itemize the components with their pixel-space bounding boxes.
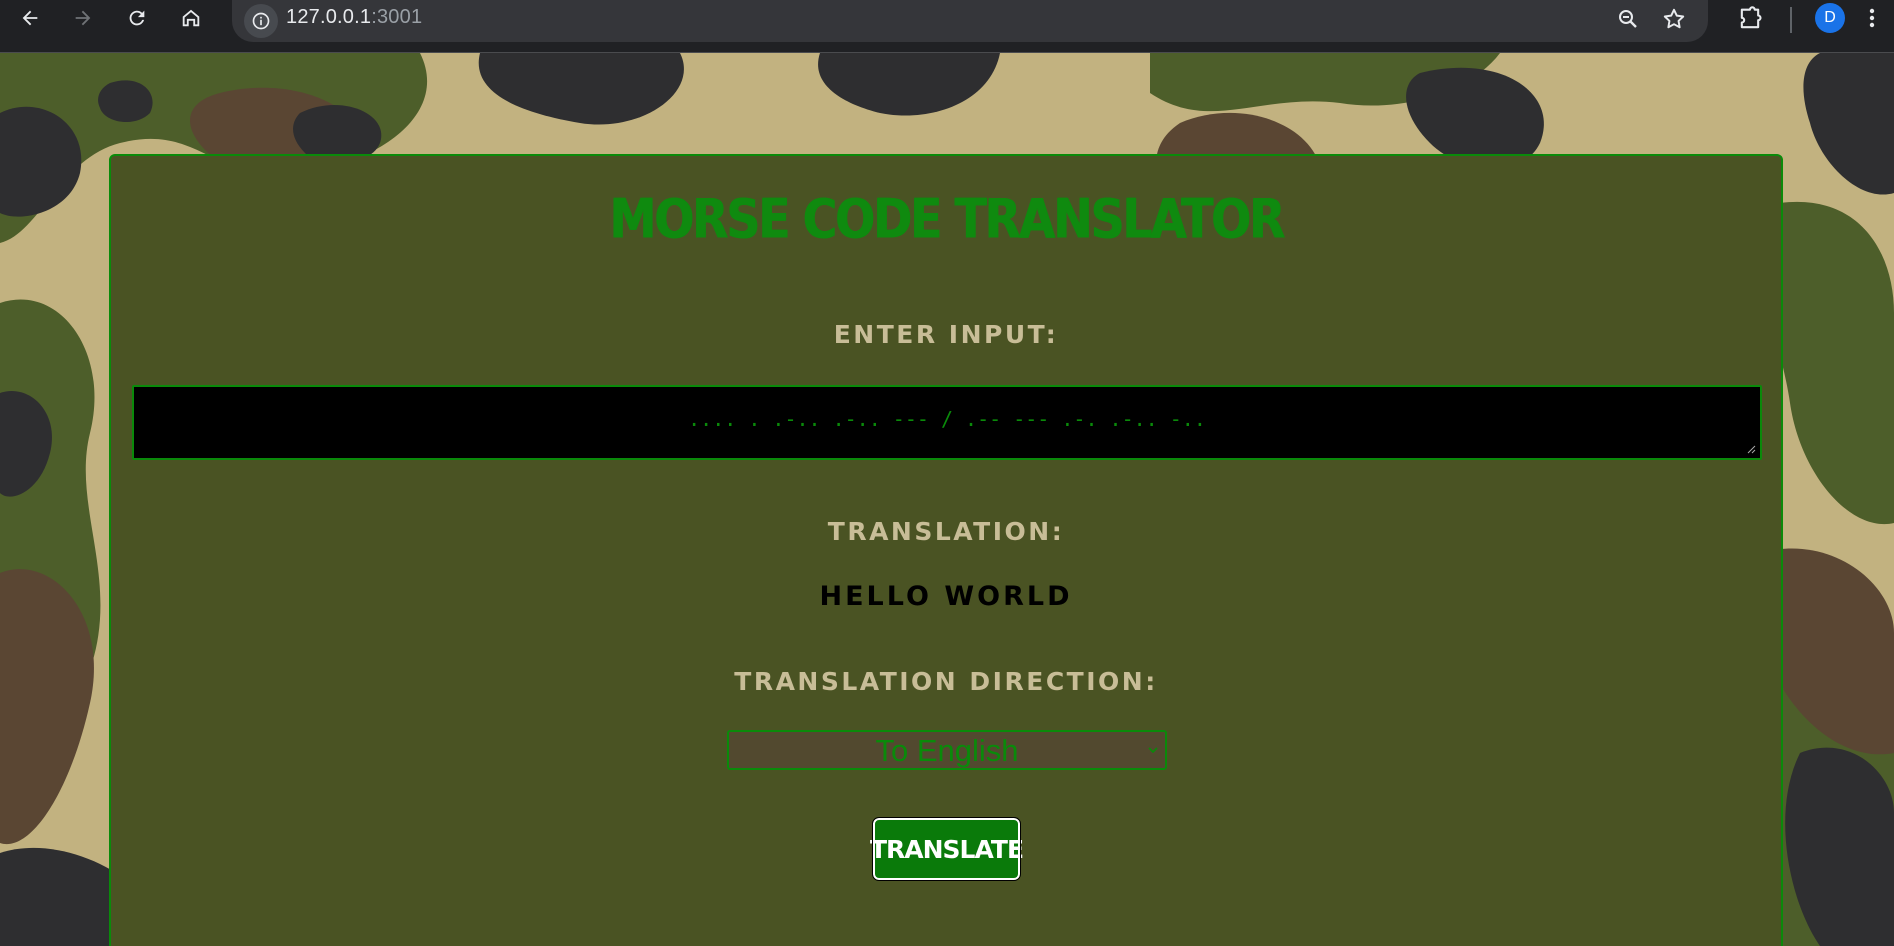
menu-button[interactable] <box>1866 6 1878 30</box>
zoom-button[interactable] <box>1616 7 1640 31</box>
reload-icon <box>129 10 145 26</box>
translation-label: TRANSLATION: <box>827 517 1065 546</box>
home-button[interactable] <box>171 0 211 36</box>
direction-label: TRANSLATION DIRECTION: <box>734 667 1158 696</box>
reload-button[interactable] <box>117 0 157 36</box>
translation-output: HELLO WORLD <box>819 581 1073 612</box>
browser-toolbar: 127.0.0.1:3001 D <box>0 0 1894 53</box>
page-title: MORSE CODE TRANSLATOR <box>609 187 1285 252</box>
chevron-down-icon <box>1148 747 1158 754</box>
address-bar[interactable]: 127.0.0.1:3001 <box>232 0 1708 42</box>
input-label: ENTER INPUT: <box>833 320 1059 349</box>
toolbar-divider <box>1790 7 1792 33</box>
forward-icon <box>75 10 91 26</box>
url-text[interactable]: 127.0.0.1:3001 <box>286 6 422 29</box>
bookmark-button[interactable] <box>1661 6 1687 32</box>
profile-avatar[interactable]: D <box>1815 3 1845 33</box>
site-info-icon <box>252 12 270 30</box>
url-host: 127.0.0.1 <box>286 6 372 28</box>
resize-grip-icon[interactable] <box>1747 445 1756 454</box>
forward-button[interactable] <box>63 0 103 36</box>
morse-input[interactable]: .... . .-.. .-.. --- / .-- --- .-. .-.. … <box>132 385 1762 460</box>
back-icon <box>22 10 38 26</box>
menu-icon <box>1869 8 1875 28</box>
extensions-button[interactable] <box>1736 5 1764 33</box>
direction-select[interactable]: To English <box>727 730 1167 770</box>
star-icon <box>1663 8 1685 29</box>
home-icon <box>182 9 200 27</box>
extensions-icon <box>1740 6 1762 29</box>
url-port: :3001 <box>371 6 423 28</box>
back-button[interactable] <box>10 0 50 36</box>
page-viewport: MORSE CODE TRANSLATOR ENTER INPUT: .... … <box>0 53 1894 946</box>
zoom-icon <box>1619 10 1637 28</box>
morse-input-text: .... . .-.. .-.. --- / .-- --- .-. .-.. … <box>688 407 1206 431</box>
direction-select-value: To English <box>875 733 1019 768</box>
site-info-button[interactable] <box>244 4 278 38</box>
translate-button[interactable]: TRANSLATE <box>870 817 1024 881</box>
translator-card: MORSE CODE TRANSLATOR ENTER INPUT: .... … <box>109 154 1783 946</box>
